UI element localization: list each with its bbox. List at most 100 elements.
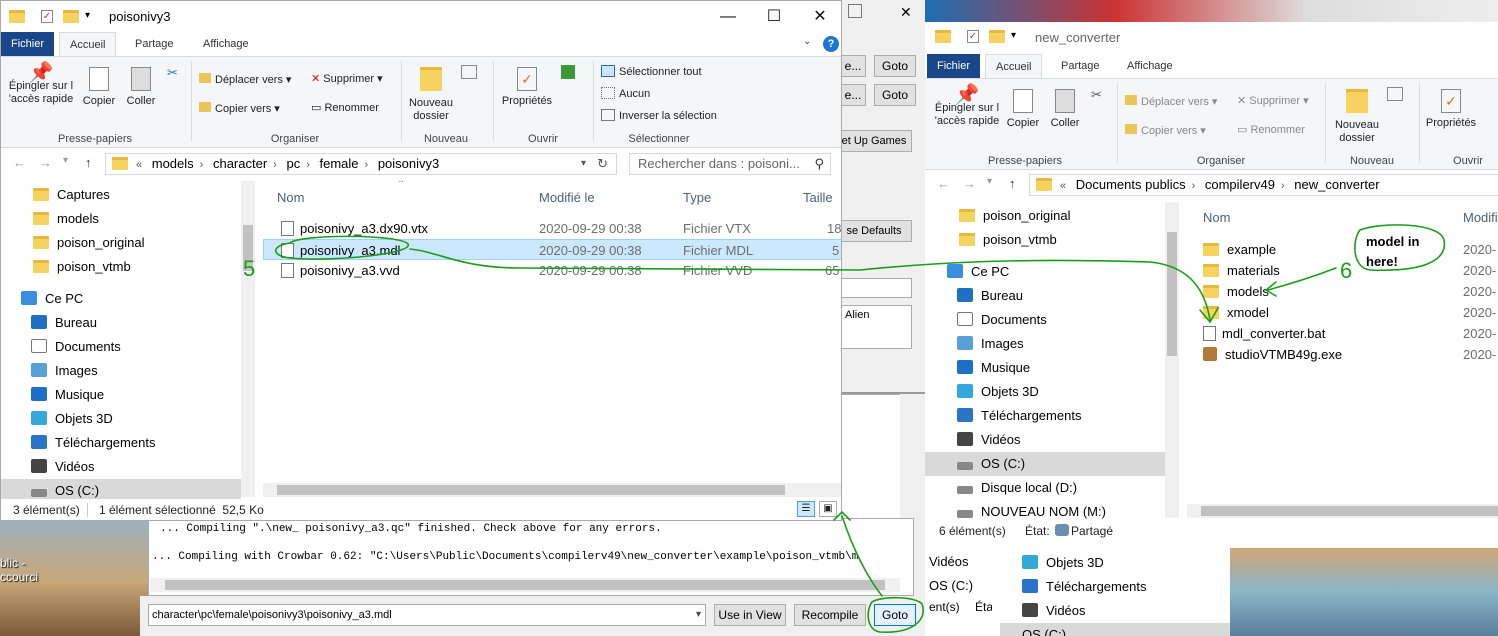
tree-item[interactable]: Captures [1, 183, 241, 207]
search-icon[interactable]: ⚲ [814, 154, 824, 174]
file-row[interactable]: example 2020- [1187, 239, 1498, 260]
tree-item[interactable]: Objets 3D [1, 407, 241, 431]
column-header-modified[interactable]: Modifi [1463, 204, 1498, 232]
address-dropdown-icon[interactable]: ▾ [581, 154, 586, 174]
breadcrumb[interactable]: poisonivy3 [372, 154, 445, 174]
move-to-button[interactable]: Déplacer vers ▾ [199, 73, 291, 87]
scroll-thumb[interactable] [243, 225, 253, 271]
large-icons-view-icon[interactable]: ▣ [819, 501, 837, 517]
right-address-bar[interactable]: « Documents publics › compilerv49 › new_co… [1029, 174, 1498, 196]
qat-dropdown-icon[interactable]: ▾ [85, 10, 90, 21]
tree-item[interactable]: Ce PC [925, 260, 1165, 284]
recent-dropdown-icon[interactable]: ▾ [987, 176, 992, 187]
bg-subtree-objets3d[interactable]: Objets 3D [1022, 551, 1222, 575]
tab-fichier[interactable]: Fichier [1, 32, 55, 56]
tab-partage[interactable]: Partage [1051, 54, 1110, 78]
properties-button[interactable]: ✓ Propriétés [497, 67, 557, 108]
tab-affichage[interactable]: Affichage [1117, 54, 1183, 78]
tree-item[interactable]: Objets 3D [925, 380, 1165, 404]
file-row[interactable]: models 2020- [1187, 281, 1498, 302]
bg-tree-videos[interactable]: Vidéos [929, 550, 989, 574]
select-none-button[interactable]: Aucun [601, 87, 650, 101]
tree-item[interactable]: Musique [925, 356, 1165, 380]
checkbox-icon[interactable]: ✓ [41, 10, 53, 23]
bg-tree-os[interactable]: OS (C:) [929, 574, 989, 598]
recompile-button[interactable]: Recompile [794, 604, 866, 626]
scroll-thumb[interactable] [1201, 506, 1498, 516]
scroll-thumb[interactable] [1167, 232, 1177, 356]
rename-button[interactable]: ▭ Renommer [311, 102, 379, 115]
tree-item[interactable]: Téléchargements [925, 404, 1165, 428]
details-view-icon[interactable]: ☰ [797, 501, 815, 517]
left-tree-scrollbar[interactable] [241, 181, 255, 497]
qat-dropdown-icon[interactable]: ▾ [1011, 30, 1016, 41]
use-in-view-button[interactable]: Use in View [714, 604, 786, 626]
file-row[interactable]: materials 2020- [1187, 260, 1498, 281]
tree-item[interactable]: Bureau [925, 284, 1165, 308]
column-header-type[interactable]: Type [683, 184, 711, 212]
scissors-icon[interactable]: ✂ [167, 65, 178, 81]
new-folder-icon[interactable] [989, 30, 1005, 43]
back-arrow-icon[interactable]: ← [937, 176, 950, 191]
tree-item[interactable]: Images [1, 359, 241, 383]
new-folder-icon[interactable] [63, 10, 79, 23]
new-folder-button[interactable]: Nouveau dossier [1329, 89, 1385, 145]
recent-dropdown-icon[interactable]: ▾ [63, 155, 68, 166]
tree-item[interactable]: Images [925, 332, 1165, 356]
file-row[interactable]: studioVTMB49g.exe 2020- [1187, 344, 1498, 365]
goto-button[interactable]: Goto [874, 604, 916, 626]
delete-button[interactable]: ✕ Supprimer ▾ [1237, 95, 1309, 108]
bg-subtree-videos[interactable]: Vidéos [1022, 599, 1222, 623]
left-address-bar[interactable]: « models › character › pc › female › poisoni… [105, 153, 617, 175]
move-to-button[interactable]: Déplacer vers ▾ [1125, 95, 1217, 109]
desktop-shortcut-label[interactable]: blic - ccourci [0, 556, 40, 584]
column-header-name[interactable]: Nom [277, 184, 304, 212]
scroll-thumb[interactable] [277, 485, 785, 495]
search-input[interactable]: Rechercher dans : poisoni... ⚲ [629, 153, 831, 175]
crowbar-goto-button-2[interactable]: Goto [874, 84, 916, 106]
breadcrumb[interactable]: compilerv49 [1199, 175, 1281, 195]
breadcrumb[interactable]: Documents publics [1070, 175, 1192, 195]
new-item-icon[interactable] [461, 65, 477, 79]
paste-button[interactable]: Coller [121, 67, 161, 108]
tree-item[interactable]: Vidéos [925, 428, 1165, 452]
tree-item[interactable]: poison_vtmb [925, 228, 1165, 252]
rename-button[interactable]: ▭ Renommer [1237, 124, 1305, 137]
tab-accueil[interactable]: Accueil [59, 32, 117, 56]
checkbox-icon[interactable]: ✓ [967, 30, 979, 43]
file-row[interactable]: poisonivy_a3.dx90.vtx 2020-09-29 00:38 Fic… [263, 218, 841, 239]
delete-button[interactable]: ✕ Supprimer ▾ [311, 73, 383, 86]
tree-item[interactable]: Vidéos [1, 455, 241, 479]
tree-item[interactable]: Disque local (D:) [925, 476, 1165, 500]
column-header-name[interactable]: Nom [1203, 204, 1230, 232]
tree-item[interactable]: OS (C:) [925, 452, 1165, 476]
copy-to-button[interactable]: Copier vers ▾ [199, 102, 280, 116]
column-header-size[interactable]: Taille [803, 184, 833, 212]
tree-item[interactable]: Ce PC [1, 287, 241, 311]
right-tree-scrollbar[interactable] [1165, 202, 1179, 518]
maximize-icon[interactable]: ☐ [751, 1, 797, 33]
tree-item[interactable]: models [1, 207, 241, 231]
bg-subtree-os[interactable]: OS (C:) [1000, 623, 1230, 636]
copy-button[interactable]: Copier [79, 67, 119, 108]
crowbar-use-defaults-button[interactable]: se Defaults [836, 220, 912, 242]
back-arrow-icon[interactable]: ← [13, 155, 26, 170]
copy-to-button[interactable]: Copier vers ▾ [1125, 124, 1206, 138]
crowbar-text-field[interactable] [840, 278, 912, 298]
file-row[interactable]: poisonivy_a3.mdl 2020-09-29 00:38 Fichier … [263, 239, 841, 260]
select-all-button[interactable]: Sélectionner tout [601, 65, 702, 79]
help-icon[interactable]: ? [823, 36, 839, 52]
pin-button[interactable]: 📌 Épingler sur l 'accès rapide [929, 85, 1005, 128]
breadcrumb[interactable]: new_converter [1288, 175, 1385, 195]
left-hscrollbar[interactable] [263, 483, 841, 497]
paste-button[interactable]: Coller [1045, 89, 1085, 130]
up-arrow-icon[interactable]: ↑ [1009, 176, 1016, 191]
tab-accueil[interactable]: Accueil [985, 54, 1043, 78]
column-header-modified[interactable]: Modifié le [539, 184, 595, 212]
right-hscrollbar[interactable] [1187, 504, 1498, 518]
tree-item[interactable]: Documents [925, 308, 1165, 332]
file-row[interactable]: mdl_converter.bat 2020- [1187, 323, 1498, 344]
tree-item[interactable]: poison_vtmb [1, 255, 241, 279]
crowbar-setup-games-button[interactable]: et Up Games [836, 130, 912, 152]
breadcrumb[interactable]: pc [280, 154, 306, 174]
